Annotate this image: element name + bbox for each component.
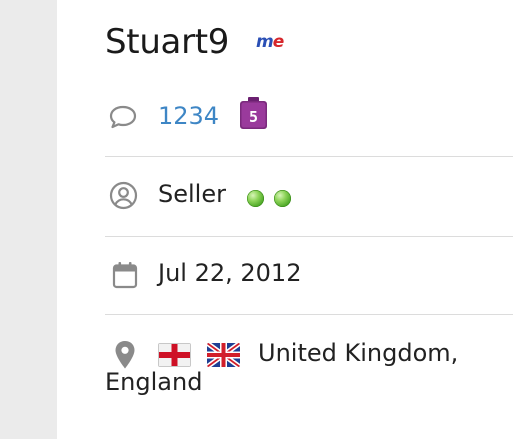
uk-flag-icon	[207, 343, 240, 367]
location-line1: United Kingdom,	[258, 339, 459, 367]
me-badge-e: e	[272, 32, 284, 52]
me-badge-icon: me	[256, 31, 284, 53]
user-circle-icon	[109, 181, 138, 210]
me-badge-m: m	[256, 32, 274, 52]
left-rail	[0, 0, 57, 439]
divider	[105, 156, 513, 157]
divider	[105, 236, 513, 237]
map-pin-icon	[115, 341, 135, 369]
status-dot-1	[247, 190, 264, 207]
speech-bubble-icon	[109, 105, 137, 129]
location-line2: England	[105, 368, 203, 396]
level-badge-number: 5	[249, 108, 258, 126]
status-dot-2	[274, 190, 291, 207]
message-count-link[interactable]: 1234	[158, 102, 219, 131]
role-label: Seller	[158, 180, 226, 208]
calendar-icon	[112, 262, 138, 289]
username: Stuart9	[105, 22, 230, 62]
level-badge-icon: 5	[240, 97, 267, 129]
profile-panel: Stuart9 me 1234 5 Seller Jul 22, 2012 Un…	[57, 0, 513, 439]
divider	[105, 314, 513, 315]
joined-date: Jul 22, 2012	[158, 259, 302, 287]
england-flag-icon	[158, 343, 191, 367]
